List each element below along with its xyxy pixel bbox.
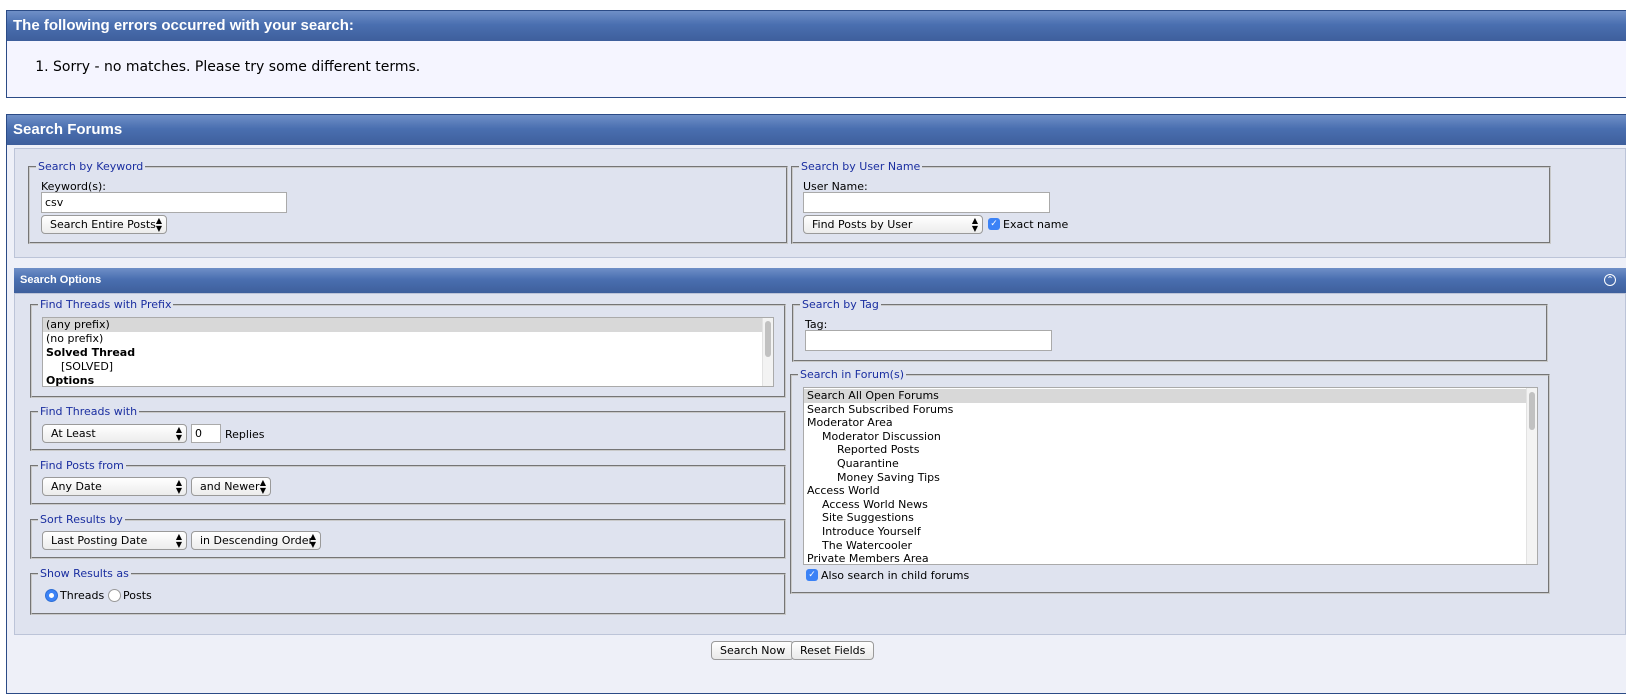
forum-option[interactable]: Search Subscribed Forums <box>804 403 1537 417</box>
replies-input[interactable] <box>191 424 221 443</box>
posts-radio-label: Posts <box>123 589 152 602</box>
keyword-scope-select[interactable]: Search Entire Posts ▲ ▼ <box>41 215 167 234</box>
posts-from-direction-select[interactable]: and Newer ▲ ▼ <box>191 477 271 496</box>
forum-option[interactable]: Private Members Area <box>804 552 1537 564</box>
forum-option[interactable]: Search All Open Forums <box>804 389 1537 403</box>
child-forums-checkbox[interactable]: ✓ <box>806 569 818 581</box>
forum-option[interactable]: The Watercooler <box>804 539 1537 553</box>
threads-with-select[interactable]: At Least ▲ ▼ <box>42 424 187 443</box>
exact-name-checkbox[interactable]: ✓ <box>988 218 1000 230</box>
show-results-legend: Show Results as <box>40 567 129 580</box>
sort-field-select[interactable]: Last Posting Date ▲ ▼ <box>42 531 187 550</box>
prefix-option[interactable]: (no prefix) <box>43 332 773 346</box>
posts-from-direction-value: and Newer <box>200 480 260 493</box>
select-arrows-icon: ▲ ▼ <box>309 532 316 549</box>
error-list: Sorry - no matches. Please try some diff… <box>7 59 1626 75</box>
forum-option[interactable]: Access World <box>804 484 1537 498</box>
select-arrows-icon: ▲ ▼ <box>175 478 182 495</box>
user-legend: Search by User Name <box>801 160 921 173</box>
sort-field-value: Last Posting Date <box>51 534 148 547</box>
forum-option[interactable]: Access World News <box>804 498 1537 512</box>
posts-radio[interactable] <box>108 589 121 602</box>
threads-radio[interactable] <box>45 589 58 602</box>
prefix-scrollbar[interactable] <box>762 318 773 386</box>
select-arrows-icon: ▲ ▼ <box>971 216 978 233</box>
search-now-button[interactable]: Search Now <box>711 641 795 660</box>
search-options-title: Search Options <box>20 274 102 286</box>
prefix-legend: Find Threads with Prefix <box>40 298 172 311</box>
collapse-icon[interactable]: ⌃ <box>1604 274 1616 286</box>
select-arrows-icon: ▲ ▼ <box>175 425 182 442</box>
user-name-input[interactable] <box>803 192 1050 213</box>
search-options-header[interactable]: Search Options ⌃ <box>14 268 1626 293</box>
keyword-legend: Search by Keyword <box>38 160 144 173</box>
prefix-option[interactable]: Solved Thread <box>43 346 773 360</box>
prefix-listbox[interactable]: (any prefix) (no prefix) Solved Thread [… <box>42 317 774 387</box>
user-mode-value: Find Posts by User <box>812 218 913 231</box>
posts-from-date-select[interactable]: Any Date ▲ ▼ <box>42 477 187 496</box>
sort-legend: Sort Results by <box>40 513 123 526</box>
keyword-scope-value: Search Entire Posts <box>50 218 156 231</box>
prefix-option[interactable]: [SOLVED] <box>43 360 773 374</box>
sort-order-value: in Descending Order <box>200 534 314 547</box>
forum-option[interactable]: Reported Posts <box>804 443 1537 457</box>
forum-option[interactable]: Site Suggestions <box>804 511 1537 525</box>
error-item: Sorry - no matches. Please try some diff… <box>53 59 1626 75</box>
forum-option[interactable]: Money Saving Tips <box>804 471 1537 485</box>
tag-input[interactable] <box>805 330 1052 351</box>
forum-option[interactable]: Moderator Area <box>804 416 1537 430</box>
forum-option[interactable]: Quarantine <box>804 457 1537 471</box>
search-title: Search Forums <box>7 115 1626 145</box>
posts-from-legend: Find Posts from <box>40 459 124 472</box>
prefix-option[interactable]: Options <box>43 374 773 386</box>
forum-option[interactable]: Introduce Yourself <box>804 525 1537 539</box>
user-mode-select[interactable]: Find Posts by User ▲ ▼ <box>803 215 983 234</box>
forum-option[interactable]: Moderator Discussion <box>804 430 1537 444</box>
error-panel: The following errors occurred with your … <box>6 10 1626 98</box>
replies-label: Replies <box>225 428 265 441</box>
forums-listbox[interactable]: Search All Open Forums Search Subscribed… <box>803 387 1538 565</box>
prefix-option[interactable]: (any prefix) <box>43 318 773 332</box>
threads-radio-label: Threads <box>60 589 105 602</box>
select-arrows-icon: ▲ ▼ <box>155 216 162 233</box>
threads-with-legend: Find Threads with <box>40 405 138 418</box>
keyword-input[interactable] <box>41 192 287 213</box>
child-forums-label: Also search in child forums <box>821 569 970 582</box>
threads-with-value: At Least <box>51 427 96 440</box>
tag-legend: Search by Tag <box>802 298 879 311</box>
sort-order-select[interactable]: in Descending Order ▲ ▼ <box>191 531 321 550</box>
prefix-scroll-thumb[interactable] <box>765 321 771 357</box>
forums-scrollbar[interactable] <box>1526 388 1537 564</box>
posts-from-date-value: Any Date <box>51 480 102 493</box>
error-title: The following errors occurred with your … <box>7 11 1626 41</box>
exact-name-label: Exact name <box>1003 218 1069 231</box>
reset-fields-button[interactable]: Reset Fields <box>791 641 875 660</box>
forums-scroll-thumb[interactable] <box>1529 392 1535 430</box>
forums-legend: Search in Forum(s) <box>800 368 905 381</box>
select-arrows-icon: ▲ ▼ <box>175 532 182 549</box>
select-arrows-icon: ▲ ▼ <box>259 478 266 495</box>
